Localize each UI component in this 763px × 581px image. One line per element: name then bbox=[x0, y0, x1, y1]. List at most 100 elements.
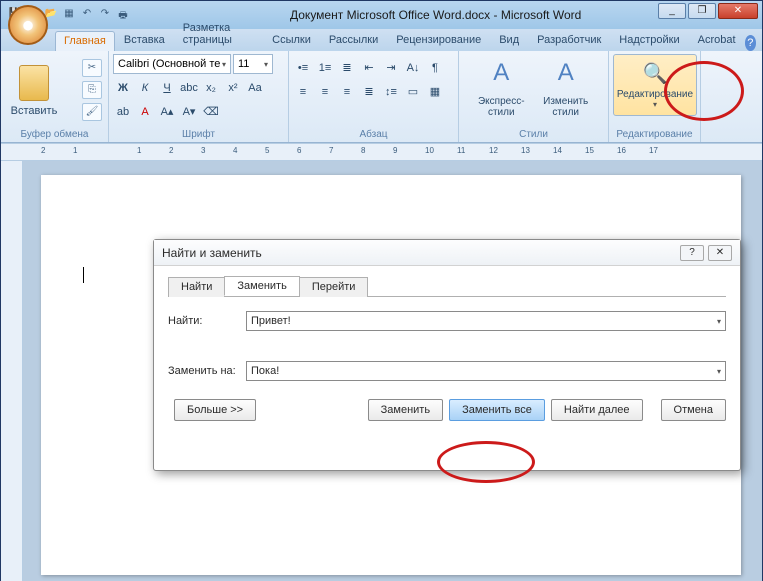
vertical-ruler[interactable] bbox=[1, 161, 23, 581]
window-title: Документ Microsoft Office Word.docx - Mi… bbox=[290, 8, 581, 22]
indent-dec-icon[interactable]: ⇤ bbox=[359, 58, 379, 78]
tab-find[interactable]: Найти bbox=[168, 277, 225, 297]
ruler-tick: 7 bbox=[329, 146, 333, 155]
paste-button[interactable]: Вставить bbox=[5, 54, 63, 128]
ribbon-tabs: Главная Вставка Разметка страницы Ссылки… bbox=[1, 29, 762, 51]
numbering-icon[interactable]: 1≡ bbox=[315, 58, 335, 78]
ruler-tick: 5 bbox=[265, 146, 269, 155]
replace-input-value: Пока! bbox=[251, 365, 279, 377]
find-label: Найти: bbox=[168, 315, 246, 327]
print-icon[interactable]: 🖶 bbox=[116, 8, 130, 22]
help-icon[interactable]: ? bbox=[745, 35, 756, 51]
tab-developer[interactable]: Разработчик bbox=[528, 30, 610, 51]
align-center-icon[interactable]: ≡ bbox=[315, 82, 335, 102]
change-styles-button[interactable]: A Изменить стили bbox=[536, 54, 596, 116]
cut-icon[interactable]: ✂ bbox=[82, 59, 102, 77]
chevron-down-icon[interactable]: ▾ bbox=[717, 367, 721, 376]
ruler-tick: 13 bbox=[521, 146, 530, 155]
dialog-close-button[interactable]: ✕ bbox=[708, 245, 732, 261]
font-name-combo[interactable]: Calibri (Основной те▾ bbox=[113, 54, 231, 74]
copy-icon[interactable]: ⎘ bbox=[82, 81, 102, 99]
tab-home[interactable]: Главная bbox=[55, 31, 115, 51]
sort-icon[interactable]: A↓ bbox=[403, 58, 423, 78]
highlight-icon[interactable]: ab bbox=[113, 102, 133, 122]
grow-font-icon[interactable]: A▴ bbox=[157, 102, 177, 122]
tab-goto[interactable]: Перейти bbox=[299, 277, 369, 297]
ruler-tick: 4 bbox=[233, 146, 237, 155]
font-size-combo[interactable]: 11▾ bbox=[233, 54, 273, 74]
format-painter-icon[interactable]: 🖌 bbox=[82, 103, 102, 121]
italic-icon[interactable]: К bbox=[135, 78, 155, 98]
horizontal-ruler[interactable]: 2 1 1 2 3 4 5 6 7 8 9 10 11 12 13 14 15 … bbox=[1, 143, 762, 161]
superscript-icon[interactable]: x² bbox=[223, 78, 243, 98]
restore-button[interactable]: ❐ bbox=[688, 3, 716, 19]
tab-layout[interactable]: Разметка страницы bbox=[174, 18, 263, 51]
group-paragraph: •≡ 1≡ ≣ ⇤ ⇥ A↓ ¶ ≡ ≡ ≡ ≣ ↕≡ ▭ ▦ Абзац bbox=[289, 51, 459, 142]
dialog-body: Найти Заменить Перейти Найти: Привет! ▾ … bbox=[154, 266, 740, 433]
styles-gallery-icon: A bbox=[484, 59, 518, 93]
change-styles-label: Изменить стили bbox=[543, 96, 588, 118]
subscript-icon[interactable]: x₂ bbox=[201, 78, 221, 98]
justify-icon[interactable]: ≣ bbox=[359, 82, 379, 102]
find-input[interactable]: Привет! ▾ bbox=[246, 311, 726, 331]
align-right-icon[interactable]: ≡ bbox=[337, 82, 357, 102]
ruler-tick: 3 bbox=[201, 146, 205, 155]
multilevel-icon[interactable]: ≣ bbox=[337, 58, 357, 78]
ruler-tick: 1 bbox=[137, 146, 141, 155]
font-color-icon[interactable]: A bbox=[135, 102, 155, 122]
dialog-titlebar[interactable]: Найти и заменить ? ✕ bbox=[154, 240, 740, 266]
chevron-down-icon[interactable]: ▾ bbox=[717, 317, 721, 326]
find-next-button[interactable]: Найти далее bbox=[551, 399, 643, 421]
tab-addins[interactable]: Надстройки bbox=[610, 30, 688, 51]
show-marks-icon[interactable]: ¶ bbox=[425, 58, 445, 78]
strike-icon[interactable]: abc bbox=[179, 78, 199, 98]
ruler-tick: 8 bbox=[361, 146, 365, 155]
tab-insert[interactable]: Вставка bbox=[115, 30, 174, 51]
clipboard-icon bbox=[19, 65, 49, 101]
ruler-tick: 16 bbox=[617, 146, 626, 155]
bullets-icon[interactable]: •≡ bbox=[293, 58, 313, 78]
quick-styles-button[interactable]: A Экспресс-стили bbox=[471, 54, 531, 116]
office-button[interactable]: ⬤ bbox=[8, 5, 48, 45]
group-clipboard: Вставить ✂ ⎘ 🖌 Буфер обмена bbox=[1, 51, 109, 142]
redo-icon[interactable]: ↷ bbox=[98, 8, 112, 22]
editing-button[interactable]: 🔍 Редактирование ▾ bbox=[613, 54, 697, 116]
chevron-down-icon: ▾ bbox=[264, 60, 268, 69]
clear-format-icon[interactable]: ⌫ bbox=[201, 102, 221, 122]
ruler-tick: 11 bbox=[457, 146, 465, 155]
group-editing: 🔍 Редактирование ▾ Редактирование bbox=[609, 51, 701, 142]
quick-styles-label: Экспресс-стили bbox=[478, 96, 525, 118]
ruler-tick: 17 bbox=[649, 146, 658, 155]
cancel-button[interactable]: Отмена bbox=[661, 399, 726, 421]
tab-mailings[interactable]: Рассылки bbox=[320, 30, 387, 51]
ribbon: Вставить ✂ ⎘ 🖌 Буфер обмена Calibri (Осн… bbox=[1, 51, 762, 143]
app-window: ⬤ 💾 ▫ 📂 ▦ ↶ ↷ 🖶 Документ Microsoft Offic… bbox=[0, 0, 763, 581]
align-left-icon[interactable]: ≡ bbox=[293, 82, 313, 102]
tab-acrobat[interactable]: Acrobat bbox=[689, 30, 745, 51]
line-spacing-icon[interactable]: ↕≡ bbox=[381, 82, 401, 102]
change-case-icon[interactable]: Aa bbox=[245, 78, 265, 98]
shrink-font-icon[interactable]: A▾ bbox=[179, 102, 199, 122]
replace-input[interactable]: Пока! ▾ bbox=[246, 361, 726, 381]
group-label-clipboard: Буфер обмена bbox=[1, 129, 108, 140]
tab-references[interactable]: Ссылки bbox=[263, 30, 320, 51]
replace-all-button[interactable]: Заменить все bbox=[449, 399, 545, 421]
tab-review[interactable]: Рецензирование bbox=[387, 30, 490, 51]
borders-icon[interactable]: ▦ bbox=[425, 82, 445, 102]
close-button[interactable]: ✕ bbox=[718, 3, 758, 19]
quickprint-icon[interactable]: ▦ bbox=[62, 8, 76, 22]
more-button[interactable]: Больше >> bbox=[174, 399, 256, 421]
underline-icon[interactable]: Ч bbox=[157, 78, 177, 98]
bold-icon[interactable]: Ж bbox=[113, 78, 133, 98]
replace-button[interactable]: Заменить bbox=[368, 399, 443, 421]
group-styles: A Экспресс-стили A Изменить стили Стили bbox=[459, 51, 609, 142]
minimize-button[interactable]: _ bbox=[658, 3, 686, 19]
tab-replace[interactable]: Заменить bbox=[224, 276, 299, 296]
undo-icon[interactable]: ↶ bbox=[80, 8, 94, 22]
indent-inc-icon[interactable]: ⇥ bbox=[381, 58, 401, 78]
ruler-tick: 12 bbox=[489, 146, 498, 155]
dialog-help-button[interactable]: ? bbox=[680, 245, 704, 261]
tab-view[interactable]: Вид bbox=[490, 30, 528, 51]
find-input-value: Привет! bbox=[251, 315, 291, 327]
shading-icon[interactable]: ▭ bbox=[403, 82, 423, 102]
